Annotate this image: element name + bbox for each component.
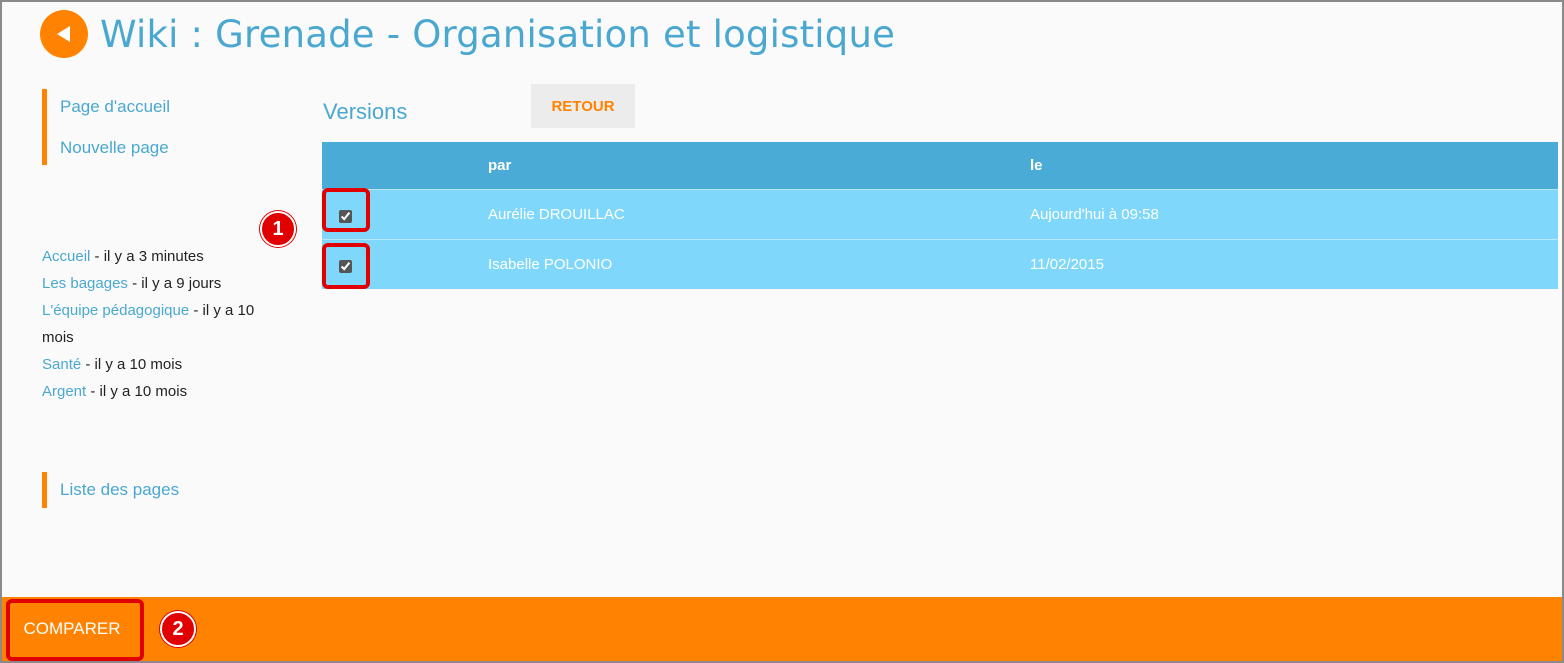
compare-button[interactable]: COMPARER [8, 603, 136, 655]
step-marker-1: 1 [260, 211, 296, 247]
select-cell [322, 238, 488, 289]
date-cell: 11/02/2015 [1030, 238, 1558, 289]
recent-page-time: - il y a 10 mois [81, 356, 183, 373]
back-button[interactable] [40, 10, 88, 58]
column-header-date: le [1030, 142, 1558, 189]
table-header-row: par le [322, 142, 1558, 189]
author-cell: Isabelle POLONIO [488, 238, 1030, 289]
recent-pages-list: Accueil - il y a 3 minutes Les bagages -… [42, 243, 282, 405]
version-checkbox[interactable] [339, 259, 352, 273]
author-cell: Aurélie DROUILLAC [488, 188, 1030, 239]
list-item: Argent - il y a 10 mois [42, 378, 282, 405]
recent-page-link[interactable]: Les bagages [42, 275, 128, 292]
versions-table: par le Aurélie DROUILLAC Aujourd'hui à 0… [322, 142, 1558, 289]
list-item: Accueil - il y a 3 minutes [42, 243, 282, 270]
sidebar-top-nav: Page d'accueil Nouvelle page [42, 89, 170, 165]
sidebar-item-home[interactable]: Page d'accueil [60, 97, 170, 117]
footer-action-bar: COMPARER [2, 597, 1562, 661]
back-arrow-icon [57, 26, 70, 42]
list-item: Les bagages - il y a 9 jours [42, 270, 282, 297]
step-marker-2: 2 [160, 611, 196, 647]
table-row: Isabelle POLONIO 11/02/2015 [322, 238, 1558, 289]
select-cell [322, 188, 488, 239]
recent-page-time: - il y a 9 jours [127, 275, 222, 292]
recent-page-link[interactable]: Argent [42, 383, 86, 400]
page-header: Wiki : Grenade - Organisation et logisti… [40, 8, 895, 60]
sidebar-item-new-page[interactable]: Nouvelle page [60, 138, 170, 158]
versions-heading: Versions [323, 99, 408, 124]
sidebar-bottom-nav: Liste des pages [42, 472, 179, 508]
date-cell: Aujourd'hui à 09:58 [1030, 188, 1558, 239]
column-header-select [322, 142, 488, 189]
recent-page-time: - il y a 10 mois [86, 383, 188, 400]
sidebar-item-page-list[interactable]: Liste des pages [60, 480, 179, 500]
table-row: Aurélie DROUILLAC Aujourd'hui à 09:58 [322, 188, 1558, 239]
page-title: Wiki : Grenade - Organisation et logisti… [100, 12, 896, 56]
column-header-author: par [488, 142, 1030, 189]
back-to-page-button[interactable]: RETOUR [531, 84, 635, 128]
recent-page-link[interactable]: Santé [42, 356, 81, 373]
list-item: L'équipe pédagogique - il y a 10 mois [42, 297, 282, 351]
recent-page-link[interactable]: L'équipe pédagogique [42, 302, 189, 319]
recent-page-link[interactable]: Accueil [42, 248, 90, 265]
version-checkbox[interactable] [339, 209, 352, 223]
list-item: Santé - il y a 10 mois [42, 351, 282, 378]
recent-page-time: - il y a 3 minutes [90, 248, 204, 265]
